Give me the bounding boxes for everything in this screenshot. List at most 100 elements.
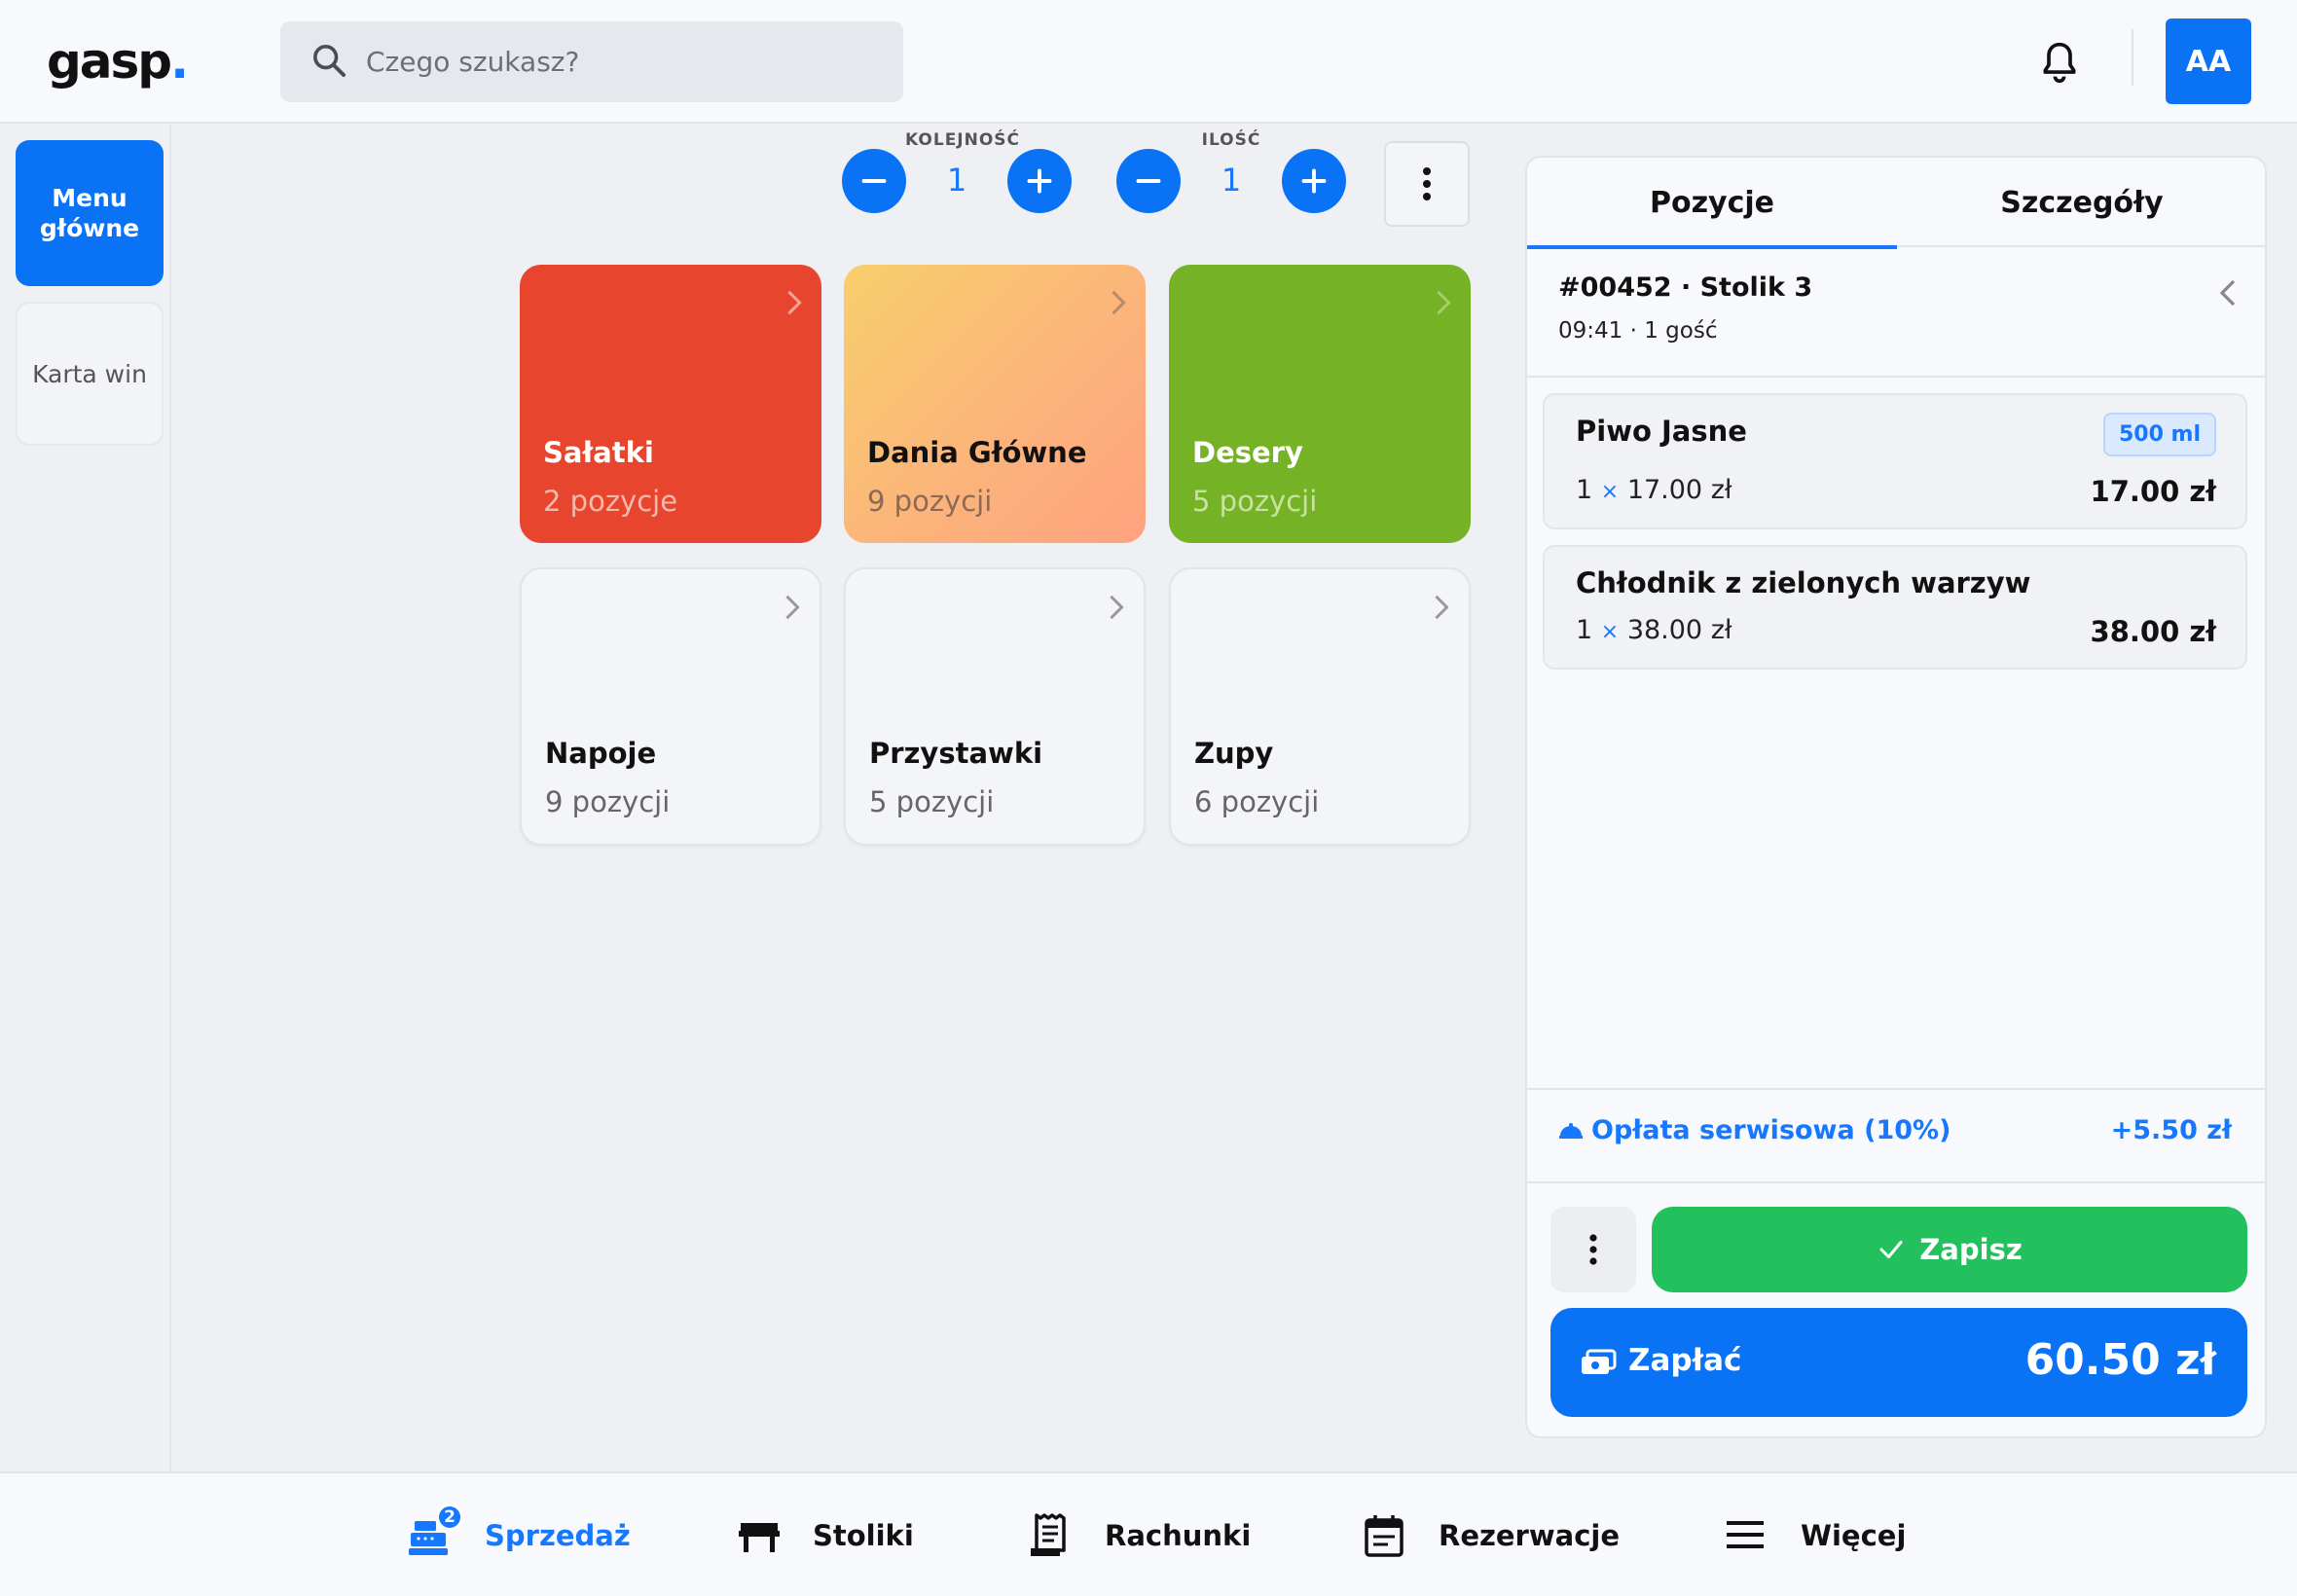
sidebar-item-wine-list[interactable]: Karta win: [16, 302, 164, 446]
nav-item-sales[interactable]: 2 Sprzedaż: [407, 1504, 631, 1563]
receipt-icon: [1027, 1511, 1076, 1560]
minus-icon: [861, 179, 887, 183]
category-count: 5 pozycji: [869, 785, 995, 818]
plus-icon: [1301, 168, 1327, 194]
pay-button[interactable]: Zapłać 60.50 zł: [1550, 1308, 2247, 1417]
category-name: Zupy: [1194, 737, 1274, 770]
chevron-right-icon: [1437, 290, 1451, 315]
vertical-dots-icon: [1423, 167, 1431, 200]
sidebar-item-main-menu[interactable]: Menu główne: [16, 140, 164, 286]
category-tile-soups[interactable]: Zupy 6 pozycji: [1169, 567, 1471, 846]
item-quantity-price: 1 × 17.00 zł: [1576, 475, 1732, 505]
nav-item-bills[interactable]: Rachunki: [1027, 1508, 1251, 1563]
order-stepper-label: KOLEJNOŚĆ: [905, 130, 1021, 150]
divider: [1527, 376, 2265, 378]
bottom-navigation: 2 Sprzedaż Stoliki Rachunki Rezerwacje W…: [0, 1471, 2297, 1596]
item-quantity-price: 1 × 38.00 zł: [1576, 615, 1732, 645]
nav-label: Sprzedaż: [485, 1519, 631, 1552]
save-button[interactable]: Zapisz: [1652, 1207, 2247, 1292]
quantity-decrement-button[interactable]: [1116, 149, 1181, 213]
order-increment-button[interactable]: [1007, 149, 1072, 213]
logo: gasp.: [47, 33, 189, 90]
category-sidebar: Menu główne Karta win: [0, 124, 171, 1471]
nav-label: Więcej: [1801, 1519, 1907, 1552]
more-options-button[interactable]: [1384, 141, 1470, 227]
sales-count-badge: 2: [436, 1504, 463, 1531]
tab-positions[interactable]: Pozycje: [1527, 158, 1897, 249]
item-total: 17.00 zł: [2090, 475, 2216, 508]
category-tile-salads[interactable]: Sałatki 2 pozycje: [520, 265, 821, 543]
checkmark-icon: [1879, 1241, 1903, 1258]
item-total: 38.00 zł: [2090, 615, 2216, 648]
nav-label: Stoliki: [813, 1519, 914, 1552]
chevron-right-icon: [787, 290, 802, 315]
category-tile-main-dishes[interactable]: Dania Główne 9 pozycji: [844, 265, 1146, 543]
category-name: Przystawki: [869, 737, 1043, 770]
quantity-increment-button[interactable]: [1282, 149, 1346, 213]
quantity-value: 1: [1221, 162, 1242, 199]
order-subtitle: 09:41 · 1 gość: [1558, 318, 1718, 344]
item-name: Piwo Jasne: [1576, 415, 1747, 448]
search-icon: [310, 41, 348, 84]
search-input[interactable]: [366, 46, 872, 78]
plus-icon: [1027, 168, 1052, 194]
nav-item-tables[interactable]: Stoliki: [735, 1508, 914, 1563]
service-cloche-icon: [1559, 1122, 1583, 1139]
category-name: Sałatki: [543, 436, 654, 469]
order-item[interactable]: Piwo Jasne 500 ml 1 × 17.00 zł 17.00 zł: [1543, 393, 2247, 529]
order-decrement-button[interactable]: [842, 149, 906, 213]
category-name: Desery: [1192, 436, 1303, 469]
category-name: Dania Główne: [867, 436, 1087, 469]
nav-label: Rachunki: [1105, 1519, 1252, 1552]
item-size-badge: 500 ml: [2102, 413, 2216, 456]
service-fee-toggle[interactable]: Opłata serwisowa (10%): [1558, 1115, 1951, 1145]
cash-register-icon: 2: [407, 1504, 463, 1560]
chevron-left-icon[interactable]: [2218, 278, 2238, 308]
category-name: Napoje: [545, 737, 657, 770]
order-item[interactable]: Chłodnik z zielonych warzyw 1 × 38.00 zł…: [1543, 545, 2247, 670]
pay-amount: 60.50 zł: [2024, 1335, 2216, 1385]
order-value: 1: [946, 162, 967, 199]
notifications-bell-icon[interactable]: [2038, 39, 2081, 86]
item-name: Chłodnik z zielonych warzyw: [1576, 566, 2031, 599]
category-tile-desserts[interactable]: Desery 5 pozycji: [1169, 265, 1471, 543]
category-count: 6 pozycji: [1194, 785, 1320, 818]
calendar-icon: [1361, 1511, 1409, 1560]
category-count: 9 pozycji: [545, 785, 671, 818]
chevron-right-icon: [1110, 595, 1124, 620]
category-count: 5 pozycji: [1192, 485, 1318, 518]
divider: [1527, 1088, 2265, 1090]
search-bar[interactable]: [280, 21, 903, 102]
vertical-dots-icon: [1589, 1234, 1597, 1265]
category-tile-starters[interactable]: Przystawki 5 pozycji: [844, 567, 1146, 846]
menu-icon: [1723, 1511, 1771, 1560]
nav-item-more[interactable]: Więcej: [1723, 1508, 1906, 1563]
chevron-right-icon: [1435, 595, 1449, 620]
cash-icon: [1582, 1349, 1617, 1374]
pay-label: Zapłać: [1628, 1343, 1742, 1378]
nav-label: Rezerwacje: [1439, 1519, 1621, 1552]
category-count: 9 pozycji: [867, 485, 993, 518]
save-label: Zapisz: [1919, 1233, 2023, 1266]
order-more-options-button[interactable]: [1550, 1207, 1636, 1292]
chevron-right-icon: [1112, 290, 1126, 315]
order-tabs: Pozycje Szczegóły: [1527, 158, 2265, 249]
header-divider: [2132, 29, 2133, 86]
order-header: #00452 · Stolik 3 09:41 · 1 gość: [1558, 272, 1812, 344]
table-icon: [735, 1511, 784, 1560]
service-fee-label: Opłata serwisowa (10%): [1591, 1115, 1951, 1145]
chevron-right-icon: [785, 595, 800, 620]
category-tile-drinks[interactable]: Napoje 9 pozycji: [520, 567, 821, 846]
quantity-stepper-label: ILOŚĆ: [1201, 130, 1261, 150]
order-title: #00452 · Stolik 3: [1558, 272, 1813, 303]
category-count: 2 pozycje: [543, 485, 678, 518]
order-panel: Pozycje Szczegóły #00452 · Stolik 3 09:4…: [1525, 156, 2267, 1438]
minus-icon: [1136, 179, 1161, 183]
service-fee-amount: +5.50 zł: [2110, 1115, 2232, 1145]
user-avatar[interactable]: AA: [2166, 18, 2251, 104]
active-tab-indicator: [1527, 245, 1897, 249]
divider: [1527, 1181, 2265, 1183]
tab-details[interactable]: Szczegóły: [1897, 158, 2265, 247]
nav-item-reservations[interactable]: Rezerwacje: [1361, 1508, 1620, 1563]
top-bar: gasp. AA: [0, 0, 2297, 124]
